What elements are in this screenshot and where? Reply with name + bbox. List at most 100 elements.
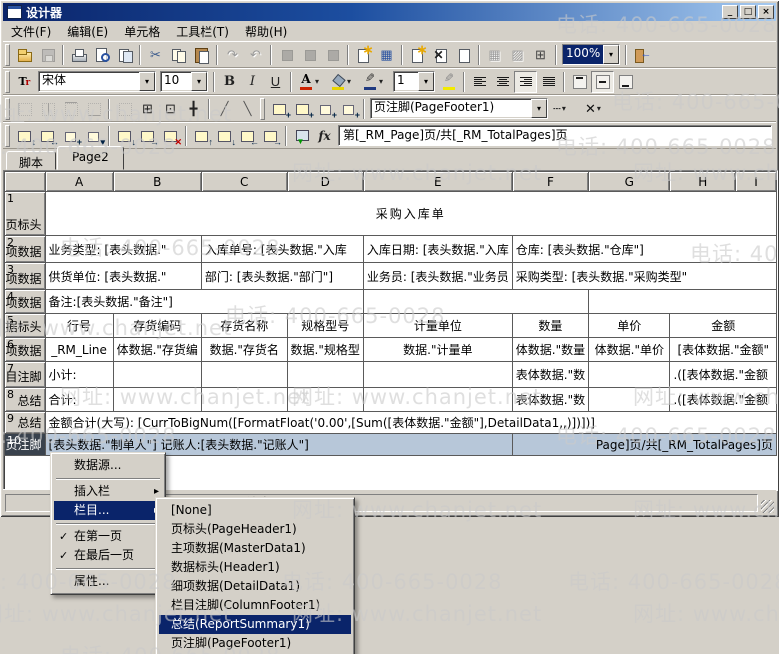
- minimize-button[interactable]: _: [722, 5, 738, 19]
- cell-r5-7[interactable]: 单价: [589, 314, 670, 338]
- diagonal-down-button[interactable]: ╱: [213, 98, 236, 120]
- menu-item-band[interactable]: 栏目...▸: [54, 501, 162, 520]
- menubar-item-5[interactable]: 帮助(H): [237, 21, 295, 42]
- open-button[interactable]: [13, 44, 36, 66]
- cell-r6-5[interactable]: 数据."计量单: [363, 338, 512, 362]
- resize-grip[interactable]: [761, 500, 774, 513]
- split-cells-horizontal-button[interactable]: ↔: [36, 125, 59, 147]
- merge-down-button[interactable]: ↓: [113, 125, 136, 147]
- tab-脚本[interactable]: 脚本: [6, 151, 56, 170]
- cell-r7-5[interactable]: [363, 362, 512, 388]
- line-color-button[interactable]: ▾: [359, 71, 391, 93]
- row-header-2[interactable]: 2主项数据: [5, 236, 46, 263]
- cell-r2-4[interactable]: 仓库: [表头数据."仓库"]: [512, 236, 776, 263]
- select-region-button[interactable]: ▾: [82, 125, 105, 147]
- cell-r3-4[interactable]: 采购类型: [表头数据."采购类型": [512, 263, 776, 290]
- band-select[interactable]: 页注脚(PageFooter1)▾: [370, 98, 548, 119]
- cell-r8-1[interactable]: 合计:: [45, 388, 113, 412]
- submenu-item-none[interactable]: [None]: [159, 501, 351, 520]
- cell-r9-1[interactable]: 金额合计(大写): [CurrToBigNum([FormatFloat('0.…: [45, 412, 776, 434]
- border-outer-button[interactable]: ⊡: [159, 98, 182, 120]
- insert-table-button[interactable]: ▦: [375, 44, 398, 66]
- align-left-button[interactable]: [468, 71, 491, 93]
- merge-right-button[interactable]: →: [136, 125, 159, 147]
- blank-page-button[interactable]: [452, 44, 475, 66]
- highlight-button[interactable]: [437, 71, 460, 93]
- menubar-item-3[interactable]: 单元格: [116, 21, 168, 42]
- font-color-button[interactable]: ▾: [295, 71, 327, 93]
- cell-r6-1[interactable]: _RM_Line: [45, 338, 113, 362]
- column-header-C[interactable]: C: [201, 172, 287, 192]
- cell-r6-8[interactable]: [表体数据."金额": [670, 338, 777, 362]
- cell-r5-8[interactable]: 金额: [670, 314, 777, 338]
- menu-item-on-last-page[interactable]: ✓在最后一页: [54, 546, 162, 565]
- cell-r5-1[interactable]: 行号: [45, 314, 113, 338]
- column-header-E[interactable]: E: [363, 172, 512, 192]
- submenu-item-reportsummary[interactable]: 总结(ReportSummary1): [159, 615, 351, 634]
- maximize-button[interactable]: □: [740, 5, 756, 19]
- underline-button[interactable]: U: [264, 71, 287, 93]
- menu-item-insert-band[interactable]: 插入栏▸: [54, 482, 162, 501]
- row-header-9[interactable]: 9总结: [5, 412, 46, 434]
- submenu-item-pagefooter[interactable]: 页注脚(PageFooter1): [159, 634, 351, 653]
- valign-middle-button[interactable]: [591, 71, 614, 93]
- insert-cell-after-button[interactable]: +: [337, 98, 360, 120]
- submenu-item-columnfooter[interactable]: 栏目注脚(ColumnFooter1): [159, 596, 351, 615]
- new-script-button[interactable]: [352, 44, 375, 66]
- column-header-D[interactable]: D: [287, 172, 363, 192]
- cell-r8-8[interactable]: .([表体数据."金额: [670, 388, 777, 412]
- cell-r10-2[interactable]: Page]页/共[_RM_TotalPages]页: [512, 434, 776, 456]
- insert-band-above-button[interactable]: +: [268, 98, 291, 120]
- cell-r2-3[interactable]: 入库日期: [表头数据."入库: [363, 236, 512, 263]
- formula-input[interactable]: 第[_RM_Page]页/共[_RM_TotalPages]页: [338, 125, 772, 146]
- font-name-select-dropdown[interactable]: ▾: [139, 72, 155, 91]
- cell-r7-2[interactable]: [113, 362, 201, 388]
- cell-r8-7[interactable]: [589, 388, 670, 412]
- cell-r7-6[interactable]: 表体数据."数: [512, 362, 588, 388]
- submenu-item-header[interactable]: 数据标头(Header1): [159, 558, 351, 577]
- border-all-button[interactable]: ⊞: [136, 98, 159, 120]
- move-cell-left-button[interactable]: ←: [236, 125, 259, 147]
- new-page-button[interactable]: [406, 44, 429, 66]
- cell-r8-3[interactable]: [201, 388, 287, 412]
- show-grid-button[interactable]: ⊞: [529, 44, 552, 66]
- row-header-6[interactable]: 6细项数据: [5, 338, 46, 362]
- cell-r6-4[interactable]: 数据."规格型: [287, 338, 363, 362]
- apply-button[interactable]: [290, 125, 313, 147]
- align-center-button[interactable]: [491, 71, 514, 93]
- cut-button[interactable]: ✂: [144, 44, 167, 66]
- cell-r3-1[interactable]: 供货单位: [表头数据.": [45, 263, 201, 290]
- export-button[interactable]: [113, 44, 136, 66]
- cell-r8-2[interactable]: [113, 388, 201, 412]
- cell-r6-3[interactable]: 数据."存货名: [201, 338, 287, 362]
- border-inner-button[interactable]: ╋: [182, 98, 205, 120]
- row-header-10[interactable]: 10页注脚: [5, 434, 46, 456]
- cell-r7-4[interactable]: [287, 362, 363, 388]
- cell-r5-3[interactable]: 存货名称: [201, 314, 287, 338]
- valign-top-button[interactable]: [568, 71, 591, 93]
- cell-r4-3[interactable]: [589, 290, 777, 314]
- row-header-7[interactable]: 7栏目注脚: [5, 362, 46, 388]
- row-header-3[interactable]: 3主项数据: [5, 263, 46, 290]
- zoom-select[interactable]: 100%▾: [562, 44, 620, 65]
- column-header-A[interactable]: A: [45, 172, 113, 192]
- column-header-B[interactable]: B: [113, 172, 201, 192]
- cell-r5-2[interactable]: 存货编码: [113, 314, 201, 338]
- tab-Page2[interactable]: Page2: [57, 146, 124, 170]
- cell-r3-3[interactable]: 业务员: [表头数据."业务员: [363, 263, 512, 290]
- print-button[interactable]: [67, 44, 90, 66]
- menu-item-properties[interactable]: 属性...: [54, 572, 162, 591]
- cell-r5-5[interactable]: 计量单位: [363, 314, 512, 338]
- delete-dropdown-arrow[interactable]: ▾: [597, 104, 601, 113]
- menu-item-datasource[interactable]: 数据源...: [54, 456, 162, 475]
- insert-band-below-button[interactable]: +: [291, 98, 314, 120]
- align-right-button[interactable]: [514, 71, 537, 93]
- toolbar-grip[interactable]: [5, 125, 10, 147]
- zoom-select-dropdown[interactable]: ▾: [603, 45, 619, 64]
- cell-r6-2[interactable]: 体数据."存货编: [113, 338, 201, 362]
- cell-r3-2[interactable]: 部门: [表头数据."部门"]: [201, 263, 363, 290]
- fill-color-button[interactable]: ▾: [327, 71, 359, 93]
- row-header-8[interactable]: 8总结: [5, 388, 46, 412]
- toolbar-grip[interactable]: [5, 44, 10, 66]
- cell-r7-3[interactable]: [201, 362, 287, 388]
